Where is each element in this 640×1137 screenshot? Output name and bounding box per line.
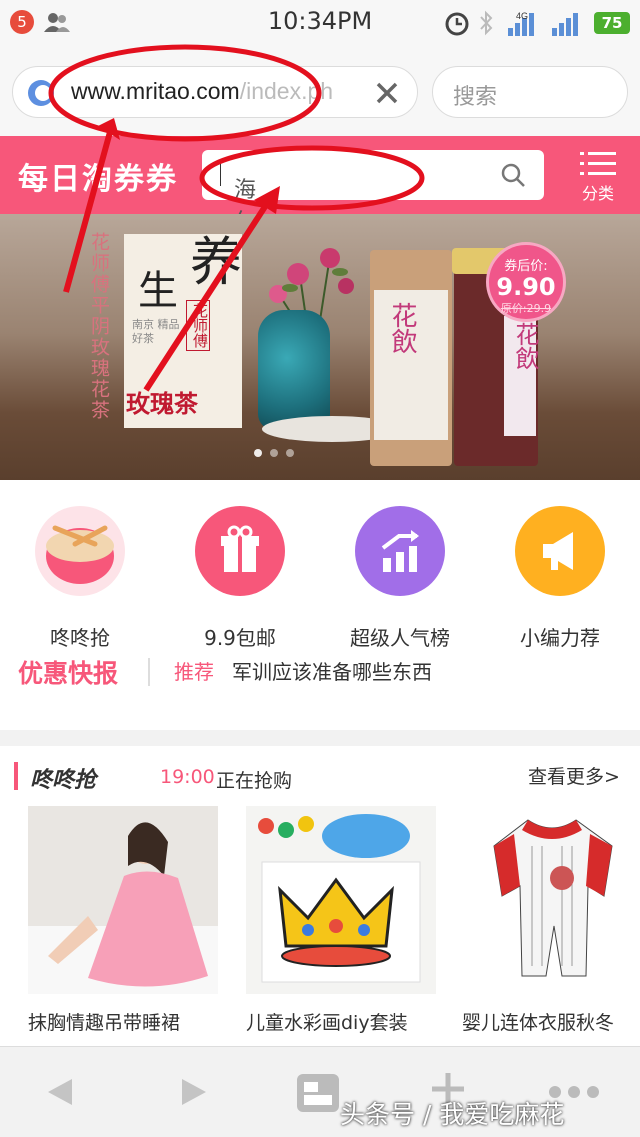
flash-news-tag: 推荐 xyxy=(174,660,214,684)
product-image-watercolor xyxy=(246,806,436,994)
product-name: 儿童水彩画diy套装 xyxy=(246,1012,408,1034)
close-icon[interactable] xyxy=(373,79,401,107)
product-card[interactable]: 儿童水彩画diy套装 xyxy=(246,806,436,1035)
quick-links-section: 咚咚抢 9.9包邮 超级人气榜 小编力荐 优惠快报 推荐 军训应该准备哪些东西 xyxy=(0,480,640,730)
jar-label: 花飲 xyxy=(511,322,539,370)
quick-link-label: 9.9包邮 xyxy=(204,626,276,650)
banner-vertical-text: 花师傅平阴玫瑰花茶 xyxy=(88,232,110,421)
product-image-nightdress xyxy=(28,806,218,994)
banner-stamp: 花师傅 xyxy=(186,300,210,351)
forward-arrow-icon[interactable] xyxy=(180,1077,208,1107)
url-path: /index.ph xyxy=(239,78,334,104)
svg-text:4G: 4G xyxy=(516,11,528,21)
product-card[interactable]: 抹胸情趣吊带睡裙 xyxy=(28,806,218,1035)
flash-news-title: 优惠快报 xyxy=(18,659,119,688)
quick-link-9-9[interactable]: 9.9包邮 xyxy=(160,506,320,651)
original-price: 原价:29.9 xyxy=(500,302,552,315)
quick-link-popular[interactable]: 超级人气榜 xyxy=(320,506,480,651)
flash-news[interactable]: 优惠快报 推荐 军训应该准备哪些东西 xyxy=(0,654,640,710)
product-name: 抹胸情趣吊带睡裙 xyxy=(28,1012,181,1034)
can-label: 花飲 xyxy=(387,302,417,354)
vase-image xyxy=(258,310,330,430)
url-text: www.mritao.com/index.ph xyxy=(71,78,363,108)
bluetooth-icon xyxy=(480,10,493,36)
text-caret xyxy=(220,162,221,186)
battery-indicator: 75 xyxy=(594,12,630,34)
product-image-romper xyxy=(462,806,640,994)
browser-toolbar: www.mritao.com/index.ph 搜索 xyxy=(0,46,640,136)
url-domain: www.mritao.com xyxy=(71,78,240,104)
site-favicon-icon xyxy=(28,80,54,106)
category-button[interactable]: 分类 xyxy=(570,150,626,206)
alarm-icon xyxy=(445,12,469,36)
tea-can-image: 花飲 xyxy=(370,250,452,466)
deals-status: 正在抢购 xyxy=(216,770,293,792)
product-name: 婴儿连体衣服秋冬 xyxy=(462,1012,615,1034)
banner-product-title: 玫瑰茶 xyxy=(126,389,198,418)
clock: 10:34PM xyxy=(267,7,373,35)
flash-news-text[interactable]: 军训应该准备哪些东西 xyxy=(232,656,432,685)
site-logo[interactable]: 每日淘券券 xyxy=(18,154,178,198)
quick-link-label: 咚咚抢 xyxy=(50,626,110,650)
quick-link-editor-picks[interactable]: 小编力荐 xyxy=(480,506,640,651)
section-accent-bar xyxy=(14,762,18,790)
browser-search-placeholder: 搜索 xyxy=(453,85,498,110)
menu-list-icon xyxy=(580,152,616,175)
product-card[interactable]: 婴儿连体衣服秋冬 xyxy=(462,806,640,1035)
status-bar: 5 10:34PM 4G 75 xyxy=(0,0,640,46)
address-bar[interactable]: www.mritao.com/index.ph xyxy=(12,66,418,118)
deals-title: 咚咚抢 xyxy=(30,768,97,793)
category-label: 分类 xyxy=(581,184,614,203)
watermark-text: 头条号 / 我爱吃麻花 xyxy=(340,1100,565,1129)
banner-big-char-2: 养 xyxy=(190,233,243,293)
promo-banner[interactable]: 花师傅平阴玫瑰花茶 生 养 花师傅 南京 精品好茶 玫瑰茶 花飲 花飲 券后价:… xyxy=(0,214,640,480)
quick-link-label: 超级人气榜 xyxy=(350,626,450,650)
deals-section: 咚咚抢 19:00 正在抢购 查看更多> 抹胸情趣吊带睡裙 儿童水彩画diy套装… xyxy=(0,746,640,1046)
tabs-icon[interactable] xyxy=(296,1073,340,1113)
price-value: 9.90 xyxy=(496,273,556,301)
site-header: 每日淘券券 海尔除螨仪 分类 xyxy=(0,136,640,331)
gift-icon xyxy=(195,506,285,596)
quick-link-label: 小编力荐 xyxy=(520,626,600,650)
price-badge: 券后价: 9.90 原价:29.9 xyxy=(486,242,566,322)
megaphone-icon xyxy=(515,506,605,596)
divider xyxy=(148,658,150,686)
deals-time: 19:00 xyxy=(160,766,215,788)
browser-bottom-bar: 头条号 / 我爱吃麻花 xyxy=(0,1046,640,1137)
carousel-dots xyxy=(250,442,390,457)
browser-search-input[interactable]: 搜索 xyxy=(432,66,628,118)
price-label: 券后价: xyxy=(504,259,548,274)
see-more-link[interactable]: 查看更多> xyxy=(528,762,620,789)
search-icon[interactable] xyxy=(500,162,526,188)
signal-icon xyxy=(552,13,578,36)
signal-4g-icon: 4G xyxy=(508,11,534,36)
drum-icon xyxy=(35,506,125,596)
back-arrow-icon[interactable] xyxy=(46,1077,74,1107)
site-search-input[interactable]: 海尔除螨仪 xyxy=(202,150,544,331)
banner-big-char-1: 生 xyxy=(138,268,178,314)
banner-small-text: 南京 精品好茶 xyxy=(132,318,180,345)
quick-link-dongdongqiang[interactable]: 咚咚抢 xyxy=(0,506,160,651)
chart-up-icon xyxy=(355,506,445,596)
